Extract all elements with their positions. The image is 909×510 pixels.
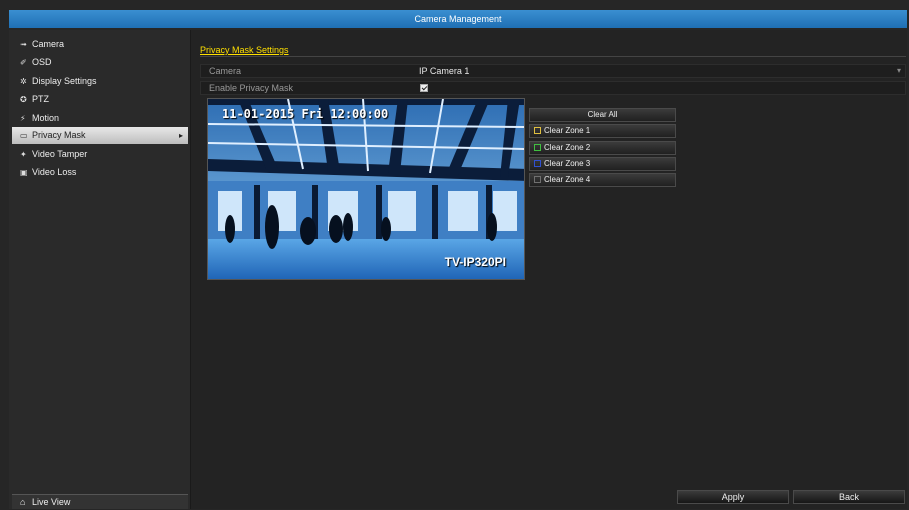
video-loss-icon: ▣	[20, 168, 28, 177]
motion-icon: ⚡	[20, 114, 26, 123]
camera-preview-image	[208, 99, 524, 279]
section-title: Privacy Mask Settings	[200, 45, 289, 55]
clear-zone-3-label: Clear Zone 3	[544, 159, 591, 168]
apply-label: Apply	[721, 492, 745, 502]
sidebar-item-label: Privacy Mask	[32, 130, 86, 140]
section-divider	[200, 56, 906, 57]
zone-1-color-icon	[534, 127, 541, 134]
sidebar-item-label: Camera	[32, 39, 65, 49]
sidebar-item-privacy-mask[interactable]: ▭ Privacy Mask ▸	[12, 127, 188, 144]
osd-icon: ✐	[20, 58, 27, 67]
sidebar-item-video-tamper[interactable]: ✦ Video Tamper	[12, 146, 188, 163]
apply-button[interactable]: Apply	[677, 490, 789, 504]
sidebar-item-display-settings[interactable]: ✲ Display Settings	[12, 73, 188, 90]
window-title: Camera Management	[414, 14, 502, 24]
sidebar-item-video-loss[interactable]: ▣ Video Loss	[12, 164, 188, 181]
enable-privacy-mask-checkbox[interactable]	[420, 84, 428, 92]
clear-zone-1-button[interactable]: Clear Zone 1	[529, 124, 676, 138]
clear-all-label: Clear All	[587, 110, 618, 119]
clear-zone-3-button[interactable]: Clear Zone 3	[529, 157, 676, 171]
sidebar-item-label: Display Settings	[32, 76, 97, 86]
window-title-bar: Camera Management	[9, 10, 907, 28]
privacy-mask-icon: ▭	[20, 131, 28, 140]
sidebar-item-label: Video Tamper	[32, 149, 88, 159]
sidebar-item-label: Motion	[32, 113, 60, 123]
ptz-icon: ✪	[20, 95, 27, 104]
sidebar: ➟ Camera ✐ OSD ✲ Display Settings ✪ PTZ ⚡ Mot…	[9, 30, 191, 509]
camera-label: Camera	[209, 66, 242, 76]
display-settings-icon: ✲	[20, 77, 27, 86]
live-view-label: Live View	[32, 497, 71, 507]
clear-zone-1-label: Clear Zone 1	[544, 126, 591, 135]
zone-4-color-icon	[534, 176, 541, 183]
camera-select-row[interactable]: Camera IP Camera 1 ▾	[200, 64, 906, 78]
clear-all-button[interactable]: Clear All	[529, 108, 676, 122]
sidebar-item-label: OSD	[32, 57, 52, 67]
sidebar-item-label: PTZ	[32, 94, 49, 104]
back-button[interactable]: Back	[793, 490, 905, 504]
sidebar-item-motion[interactable]: ⚡ Motion	[12, 110, 188, 127]
dropdown-arrow-icon[interactable]: ▾	[897, 65, 901, 77]
osd-camera-name: TV-IP320PI	[444, 255, 506, 269]
zone-3-color-icon	[534, 160, 541, 167]
live-view-button[interactable]: ⌂ Live View	[12, 494, 188, 509]
camera-preview[interactable]: 11-01-2015 Fri 12:00:00 TV-IP320PI	[207, 98, 525, 280]
camera-icon: ➟	[20, 40, 27, 49]
back-label: Back	[838, 492, 859, 502]
clear-zone-4-label: Clear Zone 4	[544, 175, 591, 184]
sidebar-item-camera[interactable]: ➟ Camera	[12, 36, 188, 53]
clear-zone-2-button[interactable]: Clear Zone 2	[529, 141, 676, 155]
osd-timestamp: 11-01-2015 Fri 12:00:00	[222, 107, 389, 121]
zone-2-color-icon	[534, 144, 541, 151]
sidebar-item-ptz[interactable]: ✪ PTZ	[12, 91, 188, 108]
sidebar-item-osd[interactable]: ✐ OSD	[12, 54, 188, 71]
enable-privacy-mask-label: Enable Privacy Mask	[209, 83, 294, 93]
enable-privacy-mask-row: Enable Privacy Mask	[200, 81, 906, 95]
sidebar-item-label: Video Loss	[32, 167, 77, 177]
video-tamper-icon: ✦	[20, 150, 27, 159]
home-icon: ⌂	[20, 497, 26, 507]
clear-zone-4-button[interactable]: Clear Zone 4	[529, 173, 676, 187]
chevron-right-icon: ▸	[178, 131, 183, 140]
camera-select-value[interactable]: IP Camera 1	[419, 65, 469, 77]
clear-zone-2-label: Clear Zone 2	[544, 143, 591, 152]
